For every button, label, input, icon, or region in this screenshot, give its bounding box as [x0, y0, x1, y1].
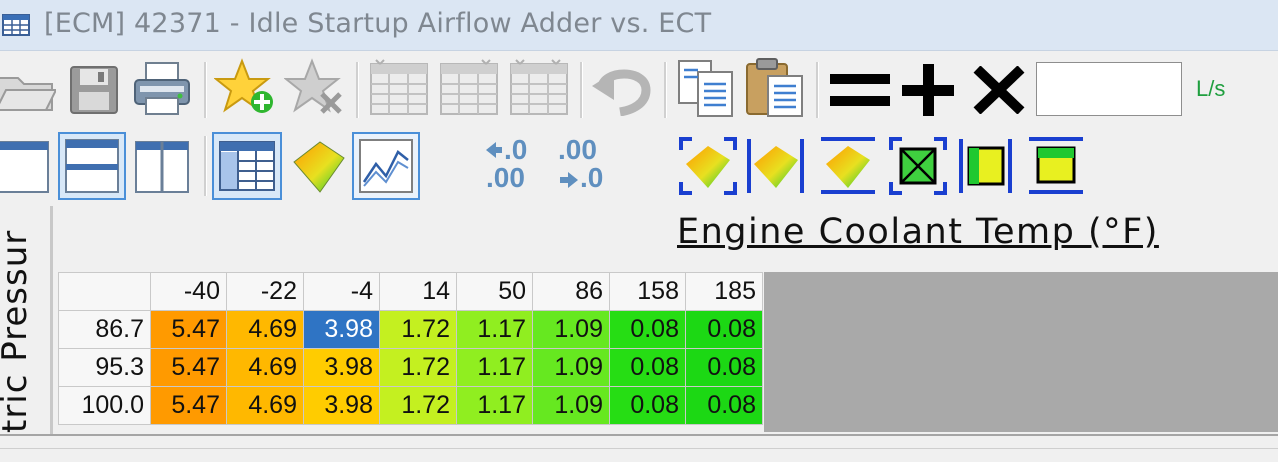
table-row: 100.0 5.47 4.69 3.98 1.72 1.17 1.09 0.08…	[58, 386, 763, 425]
select-all-3d-icon[interactable]	[678, 136, 738, 196]
value-input[interactable]	[1036, 62, 1182, 116]
table-row: 95.3 5.47 4.69 3.98 1.72 1.17 1.09 0.08 …	[58, 348, 763, 387]
table-cell[interactable]: 1.17	[456, 310, 533, 349]
view-split-vertical-icon[interactable]	[132, 138, 192, 196]
toolbar-separator	[204, 136, 207, 196]
undo-icon[interactable]	[592, 64, 654, 116]
table-cell[interactable]: 4.69	[226, 386, 304, 425]
table-cell[interactable]: 1.17	[456, 348, 533, 387]
table-cell[interactable]: 1.09	[532, 310, 610, 349]
equals-icon[interactable]	[828, 66, 892, 114]
copy-icon[interactable]	[676, 58, 738, 118]
toolbar-separator	[204, 62, 207, 118]
select-vertical-icon[interactable]	[958, 136, 1014, 196]
table-cell[interactable]: 5.47	[150, 348, 227, 387]
paste-icon[interactable]	[744, 56, 806, 118]
table-cell[interactable]: 4.69	[226, 348, 304, 387]
status-bar-divider	[0, 448, 1278, 449]
table-row: 86.7 5.47 4.69 3.98 1.72 1.17 1.09 0.08 …	[58, 310, 763, 349]
main-toolbar: L/s	[0, 52, 1278, 128]
table-window-icon	[2, 14, 30, 36]
column-header[interactable]: 50	[456, 272, 533, 311]
y-axis-header: tric Pressur	[0, 206, 50, 434]
column-header[interactable]: 185	[685, 272, 763, 311]
decimal-increase-bottom-label: .0	[580, 162, 604, 193]
x-axis-title: Engine Coolant Temp (°F)	[677, 212, 1159, 252]
table-icon[interactable]	[368, 58, 430, 118]
print-icon[interactable]	[132, 60, 192, 118]
view-single-icon[interactable]	[0, 138, 52, 196]
row-header[interactable]: 100.0	[58, 386, 151, 425]
plus-icon[interactable]	[900, 64, 956, 116]
y-axis-separator	[50, 206, 53, 434]
table-cell[interactable]: 1.72	[379, 310, 457, 349]
select-row-3d-icon[interactable]	[818, 136, 878, 196]
table-cell[interactable]: 0.08	[685, 348, 763, 387]
remove-favorite-icon[interactable]	[284, 58, 348, 118]
view-toolbar: .0 .00 .00 .0	[0, 128, 1278, 206]
column-header-row: -40 -22 -4 14 50 86 158 185	[58, 272, 763, 311]
table-cell[interactable]: 0.08	[609, 386, 686, 425]
grid-empty-area	[764, 272, 1278, 432]
status-bar	[0, 434, 1278, 462]
table-cell[interactable]: 5.47	[150, 310, 227, 349]
title-bar: [ECM] 42371 - Idle Startup Airflow Adder…	[0, 0, 1278, 51]
view-split-horizontal-icon[interactable]	[58, 132, 126, 200]
window-title: [ECM] 42371 - Idle Startup Airflow Adder…	[44, 8, 712, 39]
table-cell[interactable]: 1.09	[532, 386, 610, 425]
add-favorite-icon[interactable]	[214, 58, 278, 118]
column-header[interactable]: 86	[532, 272, 610, 311]
table-cell[interactable]: 3.98	[303, 310, 380, 349]
decimal-increase-icon[interactable]: .00 .0	[556, 134, 618, 196]
open-icon[interactable]	[0, 64, 56, 116]
table-cell[interactable]: 5.47	[150, 386, 227, 425]
table-cell[interactable]: 1.09	[532, 348, 610, 387]
table-paste-icon[interactable]	[508, 58, 570, 118]
toolbar-separator	[664, 62, 667, 118]
column-header[interactable]: 158	[609, 272, 686, 311]
map-table: -40 -22 -4 14 50 86 158 185 86.7 5.47 4.…	[58, 272, 763, 425]
table-copy-icon[interactable]	[438, 58, 500, 118]
table-view-icon[interactable]	[212, 132, 282, 200]
table-cell[interactable]: 3.98	[303, 348, 380, 387]
table-panel: tric Pressur Engine Coolant Temp (°F) -4…	[0, 206, 1278, 434]
table-cell[interactable]: 0.08	[609, 310, 686, 349]
graph-view-icon[interactable]	[352, 132, 420, 200]
column-header[interactable]: -40	[150, 272, 227, 311]
toolbar-separator	[580, 62, 583, 118]
select-cell-icon[interactable]	[888, 136, 948, 196]
table-cell[interactable]: 0.08	[685, 386, 763, 425]
table-cell[interactable]: 3.98	[303, 386, 380, 425]
table-cell[interactable]: 1.72	[379, 348, 457, 387]
row-header[interactable]: 86.7	[58, 310, 151, 349]
table-cell[interactable]: 0.08	[685, 310, 763, 349]
table-cell[interactable]: 4.69	[226, 310, 304, 349]
row-header[interactable]: 95.3	[58, 348, 151, 387]
toolbar-separator	[356, 62, 359, 118]
decimal-decrease-icon[interactable]: .0 .00	[484, 134, 544, 196]
y-axis-title: tric Pressur	[0, 229, 35, 433]
multiply-icon[interactable]	[972, 66, 1026, 114]
column-header[interactable]: -4	[303, 272, 380, 311]
select-column-3d-icon[interactable]	[746, 136, 806, 196]
table-cell[interactable]: 0.08	[609, 348, 686, 387]
table-cell[interactable]: 1.17	[456, 386, 533, 425]
table-cell[interactable]: 1.72	[379, 386, 457, 425]
save-icon[interactable]	[68, 64, 122, 116]
toolbar-separator	[816, 62, 819, 118]
decimal-decrease-bottom-label: .00	[486, 162, 525, 193]
select-horizontal-icon[interactable]	[1026, 136, 1086, 196]
3d-view-icon[interactable]	[290, 136, 348, 196]
column-header[interactable]: 14	[379, 272, 457, 311]
unit-label: L/s	[1196, 76, 1226, 101]
column-header[interactable]: -22	[226, 272, 304, 311]
corner-cell	[58, 272, 151, 311]
